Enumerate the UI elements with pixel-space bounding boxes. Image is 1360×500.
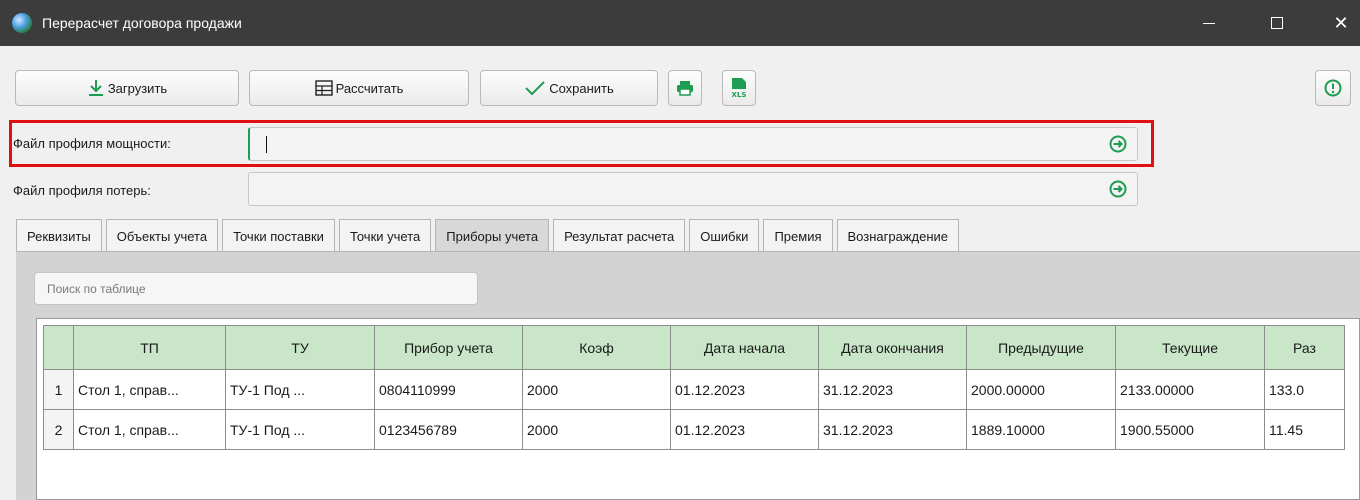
info-button[interactable] (1315, 70, 1351, 106)
loss-profile-input[interactable] (248, 172, 1138, 206)
maximize-button[interactable] (1254, 0, 1300, 46)
text-caret (266, 136, 267, 153)
tab-reward[interactable]: Вознаграждение (836, 219, 960, 252)
column-header-coef[interactable]: Коэф (522, 325, 671, 370)
meters-table-container: ТП ТУ Прибор учета Коэф Дата начала Дата… (36, 318, 1360, 500)
arrow-circle-right-icon[interactable] (1109, 180, 1127, 198)
info-icon (1324, 79, 1342, 97)
loss-profile-label: Файл профиля потерь: (13, 183, 151, 198)
row-index: 1 (43, 369, 74, 410)
printer-icon (677, 81, 693, 96)
cell-tp[interactable]: Стол 1, справ... (73, 369, 226, 410)
export-xls-button[interactable]: XLS (722, 70, 756, 106)
close-icon: ✕ (1333, 13, 1349, 33)
cell-tu[interactable]: ТУ-1 Под ... (225, 369, 375, 410)
tab-bonus[interactable]: Премия (763, 219, 833, 252)
calculate-button-label: Рассчитать (335, 80, 404, 96)
cell-start-date[interactable]: 01.12.2023 (670, 409, 819, 450)
cell-difference[interactable]: 133.0 (1264, 369, 1345, 410)
tab-calc-result[interactable]: Результат расчета (553, 219, 686, 252)
save-button[interactable]: Сохранить (480, 70, 658, 106)
power-profile-input[interactable] (248, 127, 1138, 161)
cell-current[interactable]: 1900.55000 (1115, 409, 1265, 450)
column-header-index[interactable] (43, 325, 74, 370)
arrow-circle-right-icon[interactable] (1109, 135, 1127, 153)
cell-coef[interactable]: 2000 (522, 409, 671, 450)
column-header-start-date[interactable]: Дата начала (670, 325, 819, 370)
minimize-icon (1203, 22, 1215, 24)
table-header-row: ТП ТУ Прибор учета Коэф Дата начала Дата… (43, 325, 1345, 370)
column-header-previous[interactable]: Предыдущие (966, 325, 1116, 370)
cell-current[interactable]: 2133.00000 (1115, 369, 1265, 410)
column-header-tp[interactable]: ТП (73, 325, 226, 370)
table-row[interactable]: 1 Стол 1, справ... ТУ-1 Под ... 08041109… (43, 369, 1345, 410)
app-logo-icon (12, 13, 32, 33)
column-header-end-date[interactable]: Дата окончания (818, 325, 967, 370)
cell-start-date[interactable]: 01.12.2023 (670, 369, 819, 410)
checkmark-icon (525, 81, 545, 96)
cell-meter[interactable]: 0804110999 (374, 369, 523, 410)
cell-difference[interactable]: 11.45 (1264, 409, 1345, 450)
tab-requisites[interactable]: Реквизиты (16, 219, 102, 252)
tab-supply-points[interactable]: Точки поставки (222, 219, 335, 252)
window-title: Перерасчет договора продажи (42, 15, 242, 31)
column-header-meter[interactable]: Прибор учета (374, 325, 523, 370)
cell-tu[interactable]: ТУ-1 Под ... (225, 409, 375, 450)
tab-meters[interactable]: Приборы учета (435, 219, 550, 252)
tab-accounting-objects[interactable]: Объекты учета (105, 219, 219, 252)
cell-previous[interactable]: 2000.00000 (966, 369, 1116, 410)
table-icon (314, 80, 333, 96)
xls-file-icon: XLS (732, 78, 747, 99)
print-button[interactable] (668, 70, 702, 106)
svg-text:XLS: XLS (732, 91, 747, 99)
maximize-icon (1271, 17, 1283, 29)
cell-end-date[interactable]: 31.12.2023 (818, 409, 967, 450)
tab-errors[interactable]: Ошибки (689, 219, 760, 252)
row-index: 2 (43, 409, 74, 450)
cell-coef[interactable]: 2000 (522, 369, 671, 410)
column-header-tu[interactable]: ТУ (225, 325, 375, 370)
cell-previous[interactable]: 1889.10000 (966, 409, 1116, 450)
calculate-button[interactable]: Рассчитать (249, 70, 469, 106)
tab-metering-points[interactable]: Точки учета (338, 219, 432, 252)
minimize-button[interactable] (1186, 0, 1232, 46)
meters-table: ТП ТУ Прибор учета Коэф Дата начала Дата… (43, 325, 1345, 450)
power-profile-label: Файл профиля мощности: (13, 136, 171, 151)
table-row[interactable]: 2 Стол 1, справ... ТУ-1 Под ... 01234567… (43, 409, 1345, 450)
tab-bar: Реквизиты Объекты учета Точки поставки Т… (16, 219, 963, 252)
close-button[interactable]: ✕ (1318, 0, 1360, 46)
cell-meter[interactable]: 0123456789 (374, 409, 523, 450)
load-button[interactable]: Загрузить (15, 70, 239, 106)
cell-tp[interactable]: Стол 1, справ... (73, 409, 226, 450)
title-bar: Перерасчет договора продажи ✕ (0, 0, 1360, 46)
table-search-input[interactable]: Поиск по таблице (34, 272, 478, 305)
load-button-label: Загрузить (107, 80, 168, 96)
download-icon (88, 80, 103, 96)
column-header-difference[interactable]: Раз (1264, 325, 1345, 370)
cell-end-date[interactable]: 31.12.2023 (818, 369, 967, 410)
save-button-label: Сохранить (549, 80, 614, 96)
column-header-current[interactable]: Текущие (1115, 325, 1265, 370)
